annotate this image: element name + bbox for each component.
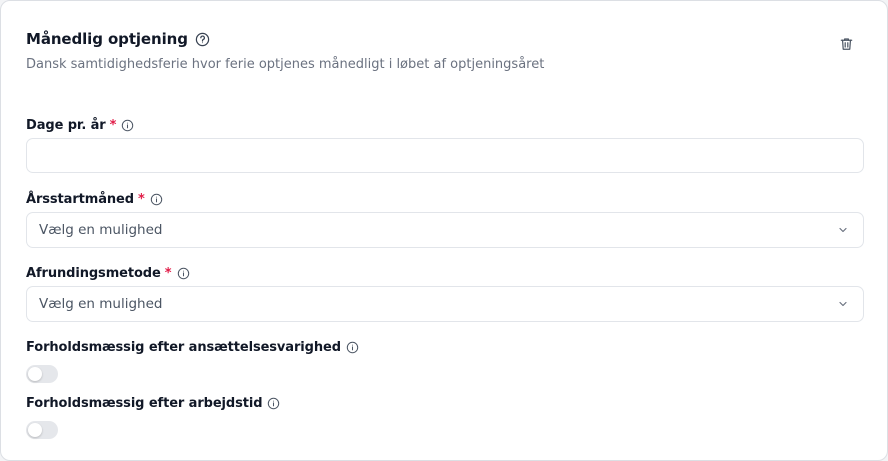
- card-subtitle: Dansk samtidighedsferie hvor ferie optje…: [26, 57, 545, 72]
- chevron-down-icon: [837, 298, 849, 310]
- proportional-worktime-toggle[interactable]: [26, 421, 58, 439]
- required-asterisk: *: [109, 117, 117, 133]
- label-row: Forholdsmæssig efter ansættelsesvarighed: [26, 338, 864, 356]
- year-start-month-label: Årsstartmåned: [26, 191, 134, 207]
- info-circle-icon[interactable]: [346, 341, 359, 354]
- rounding-method-field: Afrundingsmetode * Vælg en mulighed: [26, 264, 864, 322]
- proportional-employment-field: Forholdsmæssig efter ansættelsesvarighed: [26, 338, 864, 383]
- trash-icon: [839, 36, 854, 52]
- proportional-employment-label: Forholdsmæssig efter ansættelsesvarighed: [26, 339, 341, 355]
- info-circle-icon[interactable]: [177, 267, 190, 280]
- monthly-accrual-card: Månedlig optjening Dansk samtidighedsfer…: [0, 0, 888, 461]
- label-row: Årsstartmåned *: [26, 190, 864, 208]
- rounding-method-label: Afrundingsmetode: [26, 265, 161, 281]
- days-per-year-field: Dage pr. år *: [26, 116, 864, 173]
- title-row: Månedlig optjening: [26, 28, 862, 50]
- delete-button[interactable]: [836, 34, 856, 54]
- year-start-month-field: Årsstartmåned * Vælg en mulighed: [26, 190, 864, 248]
- proportional-worktime-label: Forholdsmæssig efter arbejdstid: [26, 395, 263, 411]
- select-placeholder: Vælg en mulighed: [39, 222, 163, 238]
- toggle-knob: [28, 423, 42, 437]
- label-row: Afrundingsmetode *: [26, 264, 864, 282]
- required-asterisk: *: [137, 191, 145, 207]
- info-circle-icon[interactable]: [121, 119, 134, 132]
- year-start-month-select[interactable]: Vælg en mulighed: [26, 212, 864, 248]
- proportional-worktime-field: Forholdsmæssig efter arbejdstid: [26, 394, 864, 439]
- label-row: Forholdsmæssig efter arbejdstid: [26, 394, 864, 412]
- info-circle-icon[interactable]: [267, 397, 280, 410]
- select-placeholder: Vælg en mulighed: [39, 296, 163, 312]
- card-header: Månedlig optjening Dansk samtidighedsfer…: [26, 28, 862, 72]
- rounding-method-select[interactable]: Vælg en mulighed: [26, 286, 864, 322]
- required-asterisk: *: [164, 265, 172, 281]
- info-circle-icon[interactable]: [150, 193, 163, 206]
- label-row: Dage pr. år *: [26, 116, 864, 134]
- question-circle-icon[interactable]: [195, 32, 210, 47]
- proportional-employment-toggle[interactable]: [26, 365, 58, 383]
- days-per-year-label: Dage pr. år: [26, 117, 106, 133]
- days-per-year-input[interactable]: [26, 138, 864, 173]
- chevron-down-icon: [837, 224, 849, 236]
- toggle-knob: [28, 367, 42, 381]
- card-title: Månedlig optjening: [26, 30, 188, 48]
